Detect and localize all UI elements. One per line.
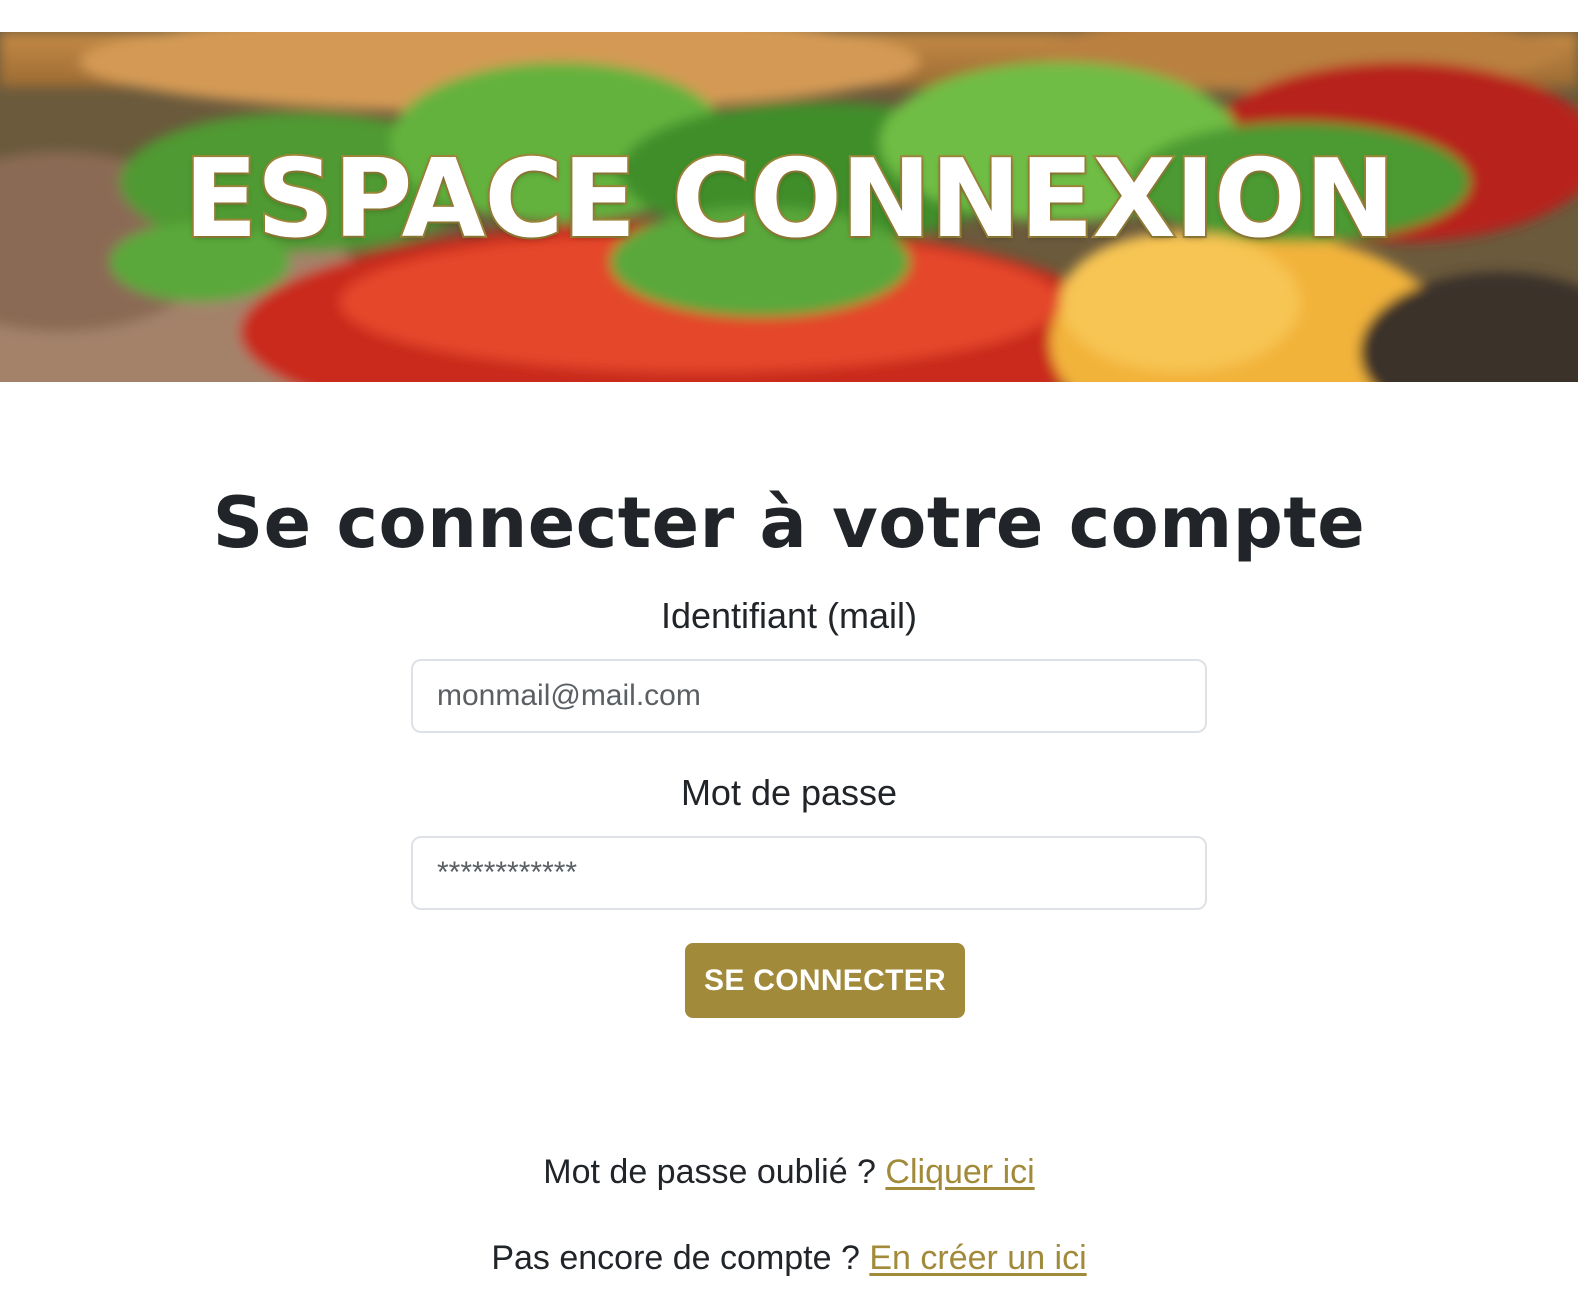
forgot-password-text: Mot de passe oublié ? — [543, 1153, 876, 1191]
signup-link[interactable]: En créer un ici — [869, 1239, 1086, 1277]
login-page: ESPACE CONNEXION Se connecter à votre co… — [0, 0, 1578, 1306]
signup-text: Pas encore de compte ? — [491, 1239, 860, 1277]
forgot-password-link[interactable]: Cliquer ici — [885, 1153, 1034, 1191]
email-label: Identifiant (mail) — [660, 595, 918, 636]
password-label: Mot de passe — [680, 772, 898, 813]
forgot-password-line: Mot de passe oublié ? Cliquer ici — [0, 1150, 1578, 1194]
page-title: Se connecter à votre compte — [212, 482, 1366, 564]
login-button[interactable]: SE CONNECTER — [685, 943, 965, 1018]
hero-banner: ESPACE CONNEXION — [0, 32, 1578, 382]
password-field[interactable] — [411, 836, 1207, 910]
email-field[interactable] — [411, 659, 1207, 733]
signup-line: Pas encore de compte ? En créer un ici — [0, 1236, 1578, 1280]
hero-title: ESPACE CONNEXION — [182, 135, 1397, 264]
